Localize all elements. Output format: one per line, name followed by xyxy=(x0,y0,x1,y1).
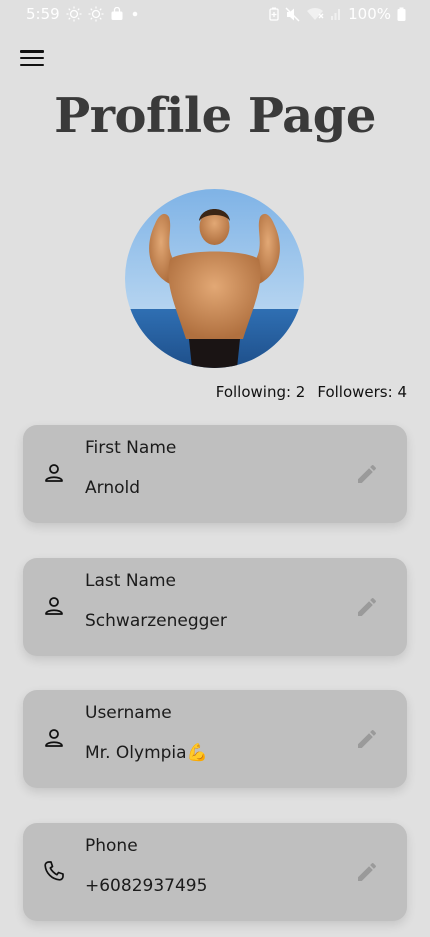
edit-icon[interactable] xyxy=(355,595,379,619)
edit-icon[interactable] xyxy=(355,860,379,884)
last-name-value: Schwarzenegger xyxy=(85,611,227,631)
dot-icon xyxy=(130,9,140,19)
person-icon xyxy=(42,594,66,618)
username-card[interactable]: Username Mr. Olympia💪 xyxy=(23,690,407,788)
brightness-icon xyxy=(88,6,104,22)
first-name-value: Arnold xyxy=(85,478,141,498)
follow-stats: Following: 2 Followers: 4 xyxy=(216,383,407,401)
hamburger-icon[interactable] xyxy=(20,48,44,68)
last-name-card[interactable]: Last Name Schwarzenegger xyxy=(23,558,407,656)
profile-avatar[interactable] xyxy=(125,189,304,368)
battery-icon xyxy=(397,7,406,21)
edit-icon[interactable] xyxy=(355,462,379,486)
page-title: Profile Page xyxy=(54,88,376,144)
username-value: Mr. Olympia💪 xyxy=(85,743,208,763)
username-label: Username xyxy=(85,703,172,723)
battery-saver-icon xyxy=(269,7,279,21)
battery-text: 100% xyxy=(348,5,391,23)
followers-count[interactable]: Followers: 4 xyxy=(317,383,407,401)
first-name-label: First Name xyxy=(85,438,177,458)
last-name-label: Last Name xyxy=(85,571,176,591)
mute-icon xyxy=(285,7,300,22)
following-count[interactable]: Following: 2 xyxy=(216,383,306,401)
phone-value: +6082937495 xyxy=(85,876,208,896)
person-icon xyxy=(42,461,66,485)
brightness-icon xyxy=(66,6,82,22)
shopping-bag-icon xyxy=(110,7,124,21)
person-icon xyxy=(42,726,66,750)
edit-icon[interactable] xyxy=(355,727,379,751)
status-time: 5:59 xyxy=(26,5,60,23)
phone-icon xyxy=(42,859,66,883)
status-bar: 5:59 100% xyxy=(0,0,430,30)
phone-card[interactable]: Phone +6082937495 xyxy=(23,823,407,921)
signal-icon xyxy=(330,8,342,20)
phone-label: Phone xyxy=(85,836,138,856)
wifi-icon xyxy=(306,7,324,21)
first-name-card[interactable]: First Name Arnold xyxy=(23,425,407,523)
